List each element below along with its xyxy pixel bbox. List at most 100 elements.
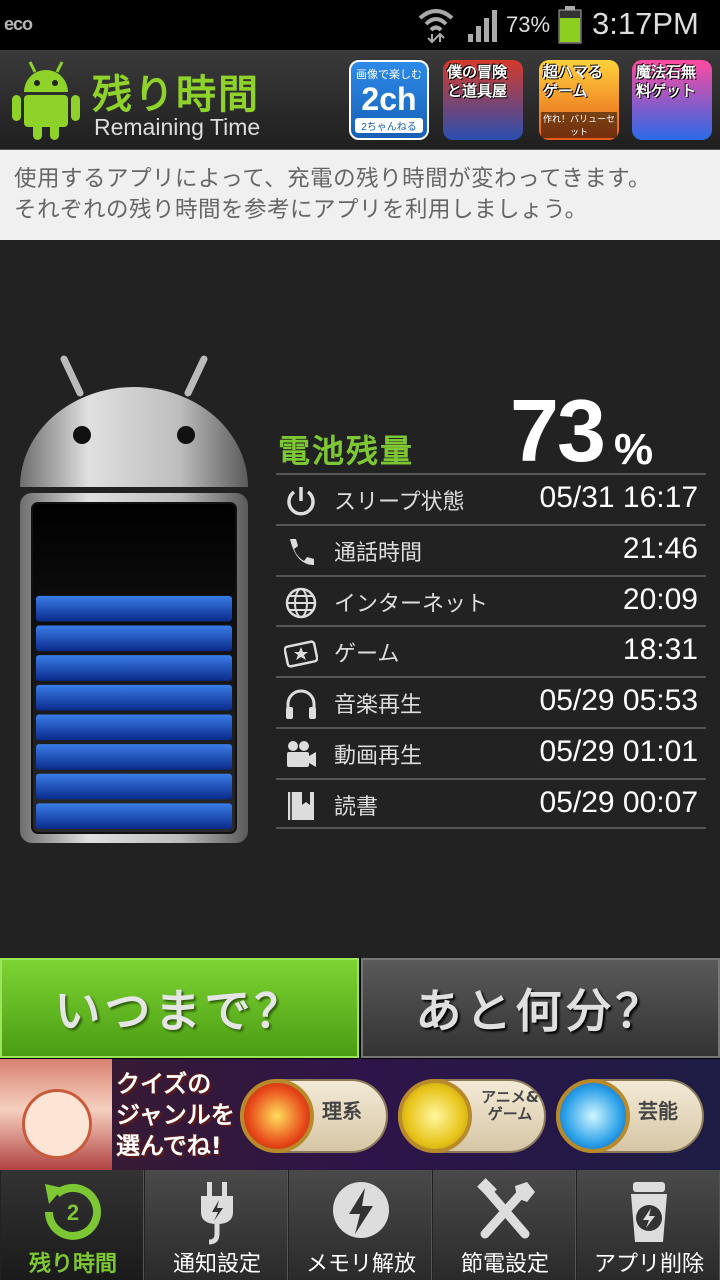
banner-line: ジャンルを — [116, 1101, 235, 1129]
battery-level-value: 73 — [510, 381, 606, 480]
anime-medal-icon — [398, 1079, 472, 1153]
tab-power-saving-settings[interactable]: 節電設定 — [432, 1170, 576, 1280]
battery-cell — [36, 714, 232, 741]
battery-cell — [36, 744, 232, 770]
usage-value: 21:46 — [622, 531, 698, 565]
ad-text: 僕の冒険と道具屋 — [447, 64, 508, 100]
category-label: 芸能 — [638, 1099, 678, 1123]
usage-label: 読書 — [334, 794, 379, 820]
app-header: 残り時間 Remaining Time 画像で楽しむ 2ch 2ちゃんねる 僕の… — [0, 50, 720, 150]
ad-adventure-game-icon[interactable]: 僕の冒険と道具屋 — [443, 60, 523, 140]
book-icon — [288, 791, 314, 820]
until-when-button[interactable]: いつまで？ — [0, 958, 359, 1058]
ad-text: 画像で楽しむ — [356, 69, 422, 81]
video-camera-icon — [287, 740, 316, 767]
anime-character-image — [0, 1059, 112, 1170]
category-label: 理系 — [322, 1099, 362, 1123]
ad-magic-stone-icon[interactable]: 魔法石無料ゲット — [632, 60, 712, 140]
globe-icon — [285, 587, 317, 618]
signal-icon — [468, 10, 497, 42]
notice-line: それぞれの残り時間を参考にアプリを利用しましょう。 — [14, 197, 588, 223]
trash-icon — [631, 1182, 667, 1242]
battery-cell — [36, 625, 232, 652]
ad-text: 魔法石無料ゲット — [636, 64, 697, 100]
usage-label: 音楽再生 — [334, 693, 423, 719]
tools-icon — [477, 1178, 535, 1239]
banner-line: 選んでね! — [116, 1132, 222, 1160]
usage-row-music: 音楽再生 05/29 05:53 — [276, 676, 706, 727]
battery-cell — [36, 655, 232, 681]
science-medal-icon — [240, 1079, 314, 1153]
usage-value: 20:09 — [622, 582, 698, 616]
battery-level-unit: % — [614, 425, 654, 474]
tab-notification-settings[interactable]: 通知設定 — [144, 1170, 288, 1280]
app-title: 残り時間 — [92, 72, 260, 118]
usage-row-game: ゲーム 18:31 — [276, 625, 706, 676]
ad-text: 2ちゃんねる — [355, 118, 423, 133]
notice-line: 使用するアプリによって、充電の残り時間が変わってきます。 — [14, 166, 652, 192]
ad-text: 作れ！バリューセット — [541, 112, 617, 138]
quiz-category-anime-game[interactable]: アニメ&ゲーム — [398, 1079, 546, 1153]
lightning-icon — [333, 1182, 389, 1238]
tab-remaining-time[interactable]: 2 残り時間 — [0, 1170, 144, 1280]
carrier-logo: eco — [4, 14, 33, 34]
tab-label: メモリ解放 — [305, 1252, 416, 1277]
notice-text: 使用するアプリによって、充電の残り時間が変わってきます。 それぞれの残り時間を参… — [0, 150, 720, 240]
usage-row-internet: インターネット 20:09 — [276, 574, 706, 626]
ad-burger-game-icon[interactable]: 超ハマるゲーム 作れ！バリューセット — [539, 60, 619, 140]
battery-panel: 電池残量 73 % スリープ状態 05/31 16:17 通話時間 21:46 … — [0, 240, 720, 958]
clock-refresh-icon: 2 — [45, 1183, 101, 1240]
banner-line: クイズの — [116, 1070, 212, 1098]
usage-value: 18:31 — [622, 633, 698, 667]
game-ticket-icon — [284, 640, 318, 668]
battery-icon — [558, 6, 582, 44]
banner-text: クイズの ジャンルを 選んでね! — [116, 1069, 235, 1162]
entertainment-medal-icon — [556, 1079, 630, 1153]
ad-text: 2ch — [361, 81, 417, 117]
usage-label: 通話時間 — [334, 540, 423, 566]
usage-value: 05/29 05:53 — [539, 684, 698, 718]
bottom-tab-bar: 2 残り時間 通知設定 メモリ解放 節電設定 アプリ削除 — [0, 1170, 720, 1280]
svg-text:2: 2 — [67, 1200, 79, 1225]
usage-list: スリープ状態 05/31 16:17 通話時間 21:46 インターネット 20… — [276, 473, 706, 829]
usage-value: 05/29 01:01 — [539, 734, 698, 768]
quiz-category-entertainment[interactable]: 芸能 — [556, 1079, 704, 1153]
quiz-ad-banner[interactable]: クイズの ジャンルを 選んでね! 理系 アニメ&ゲーム 芸能 — [0, 1058, 720, 1170]
tab-app-uninstall[interactable]: アプリ削除 — [576, 1170, 720, 1280]
wifi-icon — [418, 9, 454, 44]
battery-cell — [36, 684, 232, 711]
battery-cell — [36, 773, 232, 800]
plug-icon — [201, 1182, 233, 1245]
usage-row-video: 動画再生 05/29 01:01 — [276, 726, 706, 778]
battery-percent: 73% — [506, 12, 551, 37]
usage-row-reading: 読書 05/29 00:07 — [276, 777, 706, 829]
tab-label: 通知設定 — [172, 1252, 261, 1277]
usage-label: ゲーム — [334, 642, 400, 668]
usage-row-sleep: スリープ状態 05/31 16:17 — [276, 473, 706, 524]
usage-value: 05/29 00:07 — [539, 785, 698, 819]
ad-text: 超ハマるゲーム — [543, 64, 604, 100]
battery-cell — [36, 595, 232, 622]
headphones-icon — [286, 689, 316, 720]
tab-memory-release[interactable]: メモリ解放 — [288, 1170, 432, 1280]
tab-label: 残り時間 — [28, 1252, 117, 1277]
status-clock: 3:17PM — [592, 6, 699, 41]
usage-label: 動画再生 — [334, 743, 423, 769]
usage-value: 05/31 16:17 — [539, 481, 698, 514]
phone-icon — [290, 538, 314, 565]
ad-2ch-icon[interactable]: 画像で楽しむ 2ch 2ちゃんねる — [349, 60, 429, 140]
battery-cell — [36, 803, 232, 829]
app-subtitle: Remaining Time — [94, 114, 261, 140]
quiz-category-science[interactable]: 理系 — [240, 1079, 388, 1153]
android-battery-graphic — [20, 355, 248, 843]
android-logo-icon — [12, 61, 80, 140]
usage-label: インターネット — [334, 591, 489, 617]
usage-label: スリープ状態 — [334, 490, 465, 515]
category-label: アニメ&ゲーム — [481, 1088, 539, 1123]
battery-level-label: 電池残量 — [278, 432, 415, 470]
tab-label: アプリ削除 — [593, 1252, 704, 1277]
tab-label: 節電設定 — [460, 1252, 549, 1277]
usage-row-call: 通話時間 21:46 — [276, 523, 706, 575]
minutes-left-button[interactable]: あと何分？ — [361, 958, 720, 1058]
status-bar: eco 73% 3:17PM — [0, 0, 720, 50]
